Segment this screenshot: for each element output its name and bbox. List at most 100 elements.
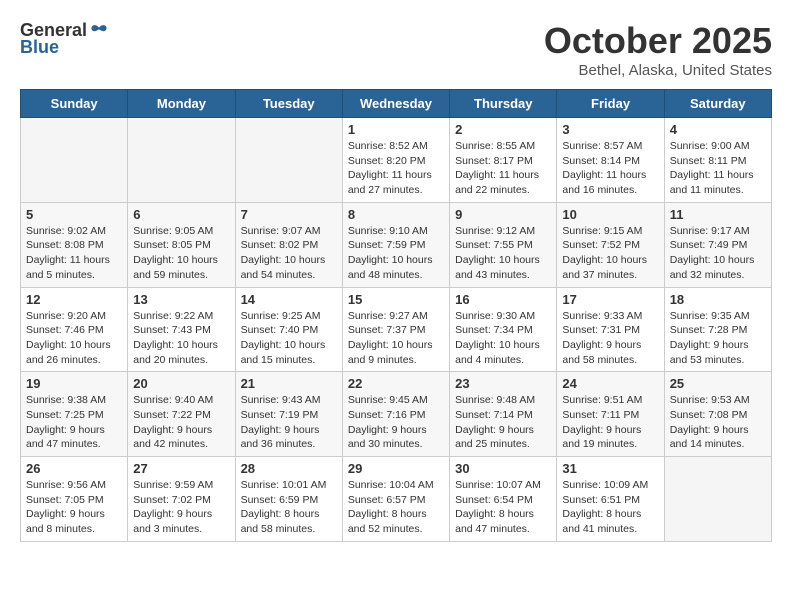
calendar-cell: 17 Sunrise: 9:33 AMSunset: 7:31 PMDayligh… [557, 287, 664, 372]
calendar-cell [235, 118, 342, 203]
day-info: Sunrise: 9:22 AMSunset: 7:43 PMDaylight:… [133, 309, 229, 368]
location-text: Bethel, Alaska, United States [544, 62, 772, 79]
day-number: 20 [133, 376, 229, 391]
day-number: 11 [670, 207, 766, 222]
day-number: 2 [455, 122, 551, 137]
day-info: Sunrise: 9:38 AMSunset: 7:25 PMDaylight:… [26, 393, 122, 452]
calendar-week-row: 5Sunrise: 9:02 AMSunset: 8:08 PMDaylight… [21, 202, 772, 287]
calendar-week-row: 12 Sunrise: 9:20 AMSunset: 7:46 PMDayligh… [21, 287, 772, 372]
day-info: Sunrise: 9:27 AMSunset: 7:37 PMDaylight:… [348, 309, 444, 368]
calendar-cell: 8Sunrise: 9:10 AMSunset: 7:59 PMDaylight… [342, 202, 449, 287]
day-info: Sunrise: 9:17 AMSunset: 7:49 PMDaylight:… [670, 224, 766, 283]
calendar-cell: 2 Sunrise: 8:55 AMSunset: 8:17 PMDaylight… [450, 118, 557, 203]
day-info: Sunrise: 9:53 AMSunset: 7:08 PMDaylight:… [670, 393, 766, 452]
day-number: 21 [241, 376, 337, 391]
calendar-cell [664, 457, 771, 542]
day-info: Sunrise: 9:30 AMSunset: 7:34 PMDaylight:… [455, 309, 551, 368]
calendar-cell: 30 Sunrise: 10:07 AMSunset: 6:54 PMDaylig… [450, 457, 557, 542]
calendar-cell: 31 Sunrise: 10:09 AMSunset: 6:51 PMDaylig… [557, 457, 664, 542]
day-info: Sunrise: 8:57 AMSunset: 8:14 PMDaylight:… [562, 139, 658, 198]
calendar-cell: 1 Sunrise: 8:52 AMSunset: 8:20 PMDaylight… [342, 118, 449, 203]
calendar-body: 1 Sunrise: 8:52 AMSunset: 8:20 PMDaylight… [21, 118, 772, 542]
day-number: 23 [455, 376, 551, 391]
day-number: 3 [562, 122, 658, 137]
day-number: 28 [241, 461, 337, 476]
day-number: 15 [348, 292, 444, 307]
calendar-cell: 11 Sunrise: 9:17 AMSunset: 7:49 PMDayligh… [664, 202, 771, 287]
day-number: 12 [26, 292, 122, 307]
logo: General Blue [20, 20, 109, 58]
day-info: Sunrise: 9:40 AMSunset: 7:22 PMDaylight:… [133, 393, 229, 452]
calendar-cell: 10Sunrise: 9:15 AMSunset: 7:52 PMDayligh… [557, 202, 664, 287]
calendar-cell: 3 Sunrise: 8:57 AMSunset: 8:14 PMDaylight… [557, 118, 664, 203]
day-number: 7 [241, 207, 337, 222]
calendar-cell [21, 118, 128, 203]
calendar-cell: 21 Sunrise: 9:43 AMSunset: 7:19 PMDayligh… [235, 372, 342, 457]
logo-bird-icon [89, 21, 109, 41]
page-header: General Blue October 2025 Bethel, Alaska… [20, 20, 772, 79]
day-of-week-header: Wednesday [342, 90, 449, 118]
calendar-cell: 13 Sunrise: 9:22 AMSunset: 7:43 PMDayligh… [128, 287, 235, 372]
day-number: 8 [348, 207, 444, 222]
calendar-cell: 6 Sunrise: 9:05 AMSunset: 8:05 PMDaylight… [128, 202, 235, 287]
day-info: Sunrise: 10:04 AMSunset: 6:57 PMDaylight… [348, 478, 444, 537]
day-number: 25 [670, 376, 766, 391]
day-of-week-header: Friday [557, 90, 664, 118]
calendar-header: SundayMondayTuesdayWednesdayThursdayFrid… [21, 90, 772, 118]
day-info: Sunrise: 10:07 AMSunset: 6:54 PMDaylight… [455, 478, 551, 537]
day-number: 24 [562, 376, 658, 391]
calendar-cell [128, 118, 235, 203]
calendar-cell: 14Sunrise: 9:25 AMSunset: 7:40 PMDayligh… [235, 287, 342, 372]
day-number: 27 [133, 461, 229, 476]
day-info: Sunrise: 9:02 AMSunset: 8:08 PMDaylight:… [26, 224, 122, 283]
calendar-cell: 19Sunrise: 9:38 AMSunset: 7:25 PMDayligh… [21, 372, 128, 457]
day-number: 30 [455, 461, 551, 476]
day-info: Sunrise: 9:43 AMSunset: 7:19 PMDaylight:… [241, 393, 337, 452]
day-of-week-header: Tuesday [235, 90, 342, 118]
day-info: Sunrise: 9:12 AMSunset: 7:55 PMDaylight:… [455, 224, 551, 283]
day-info: Sunrise: 8:52 AMSunset: 8:20 PMDaylight:… [348, 139, 444, 198]
day-info: Sunrise: 9:45 AMSunset: 7:16 PMDaylight:… [348, 393, 444, 452]
calendar-table: SundayMondayTuesdayWednesdayThursdayFrid… [20, 89, 772, 542]
calendar-cell: 28Sunrise: 10:01 AMSunset: 6:59 PMDaylig… [235, 457, 342, 542]
day-of-week-header: Monday [128, 90, 235, 118]
day-number: 22 [348, 376, 444, 391]
day-info: Sunrise: 9:15 AMSunset: 7:52 PMDaylight:… [562, 224, 658, 283]
day-info: Sunrise: 9:51 AMSunset: 7:11 PMDaylight:… [562, 393, 658, 452]
day-info: Sunrise: 9:33 AMSunset: 7:31 PMDaylight:… [562, 309, 658, 368]
day-info: Sunrise: 9:05 AMSunset: 8:05 PMDaylight:… [133, 224, 229, 283]
calendar-cell: 24 Sunrise: 9:51 AMSunset: 7:11 PMDayligh… [557, 372, 664, 457]
day-info: Sunrise: 9:00 AMSunset: 8:11 PMDaylight:… [670, 139, 766, 198]
logo-blue-text: Blue [20, 37, 59, 58]
day-info: Sunrise: 9:07 AMSunset: 8:02 PMDaylight:… [241, 224, 337, 283]
day-number: 13 [133, 292, 229, 307]
calendar-cell: 22 Sunrise: 9:45 AMSunset: 7:16 PMDayligh… [342, 372, 449, 457]
day-info: Sunrise: 9:56 AMSunset: 7:05 PMDaylight:… [26, 478, 122, 537]
calendar-cell: 20 Sunrise: 9:40 AMSunset: 7:22 PMDayligh… [128, 372, 235, 457]
day-number: 17 [562, 292, 658, 307]
calendar-week-row: 1 Sunrise: 8:52 AMSunset: 8:20 PMDaylight… [21, 118, 772, 203]
day-of-week-header: Thursday [450, 90, 557, 118]
day-info: Sunrise: 9:48 AMSunset: 7:14 PMDaylight:… [455, 393, 551, 452]
day-number: 16 [455, 292, 551, 307]
day-info: Sunrise: 10:09 AMSunset: 6:51 PMDaylight… [562, 478, 658, 537]
day-info: Sunrise: 9:20 AMSunset: 7:46 PMDaylight:… [26, 309, 122, 368]
day-number: 26 [26, 461, 122, 476]
calendar-cell: 15 Sunrise: 9:27 AMSunset: 7:37 PMDayligh… [342, 287, 449, 372]
calendar-cell: 23 Sunrise: 9:48 AMSunset: 7:14 PMDayligh… [450, 372, 557, 457]
calendar-cell: 27Sunrise: 9:59 AMSunset: 7:02 PMDayligh… [128, 457, 235, 542]
day-number: 1 [348, 122, 444, 137]
day-info: Sunrise: 8:55 AMSunset: 8:17 PMDaylight:… [455, 139, 551, 198]
calendar-cell: 26 Sunrise: 9:56 AMSunset: 7:05 PMDayligh… [21, 457, 128, 542]
calendar-cell: 12 Sunrise: 9:20 AMSunset: 7:46 PMDayligh… [21, 287, 128, 372]
day-number: 31 [562, 461, 658, 476]
calendar-cell: 25 Sunrise: 9:53 AMSunset: 7:08 PMDayligh… [664, 372, 771, 457]
day-number: 6 [133, 207, 229, 222]
calendar-cell: 5Sunrise: 9:02 AMSunset: 8:08 PMDaylight… [21, 202, 128, 287]
days-of-week-row: SundayMondayTuesdayWednesdayThursdayFrid… [21, 90, 772, 118]
title-area: October 2025 Bethel, Alaska, United Stat… [544, 20, 772, 79]
day-of-week-header: Saturday [664, 90, 771, 118]
day-info: Sunrise: 9:35 AMSunset: 7:28 PMDaylight:… [670, 309, 766, 368]
calendar-cell: 7 Sunrise: 9:07 AMSunset: 8:02 PMDaylight… [235, 202, 342, 287]
day-number: 4 [670, 122, 766, 137]
